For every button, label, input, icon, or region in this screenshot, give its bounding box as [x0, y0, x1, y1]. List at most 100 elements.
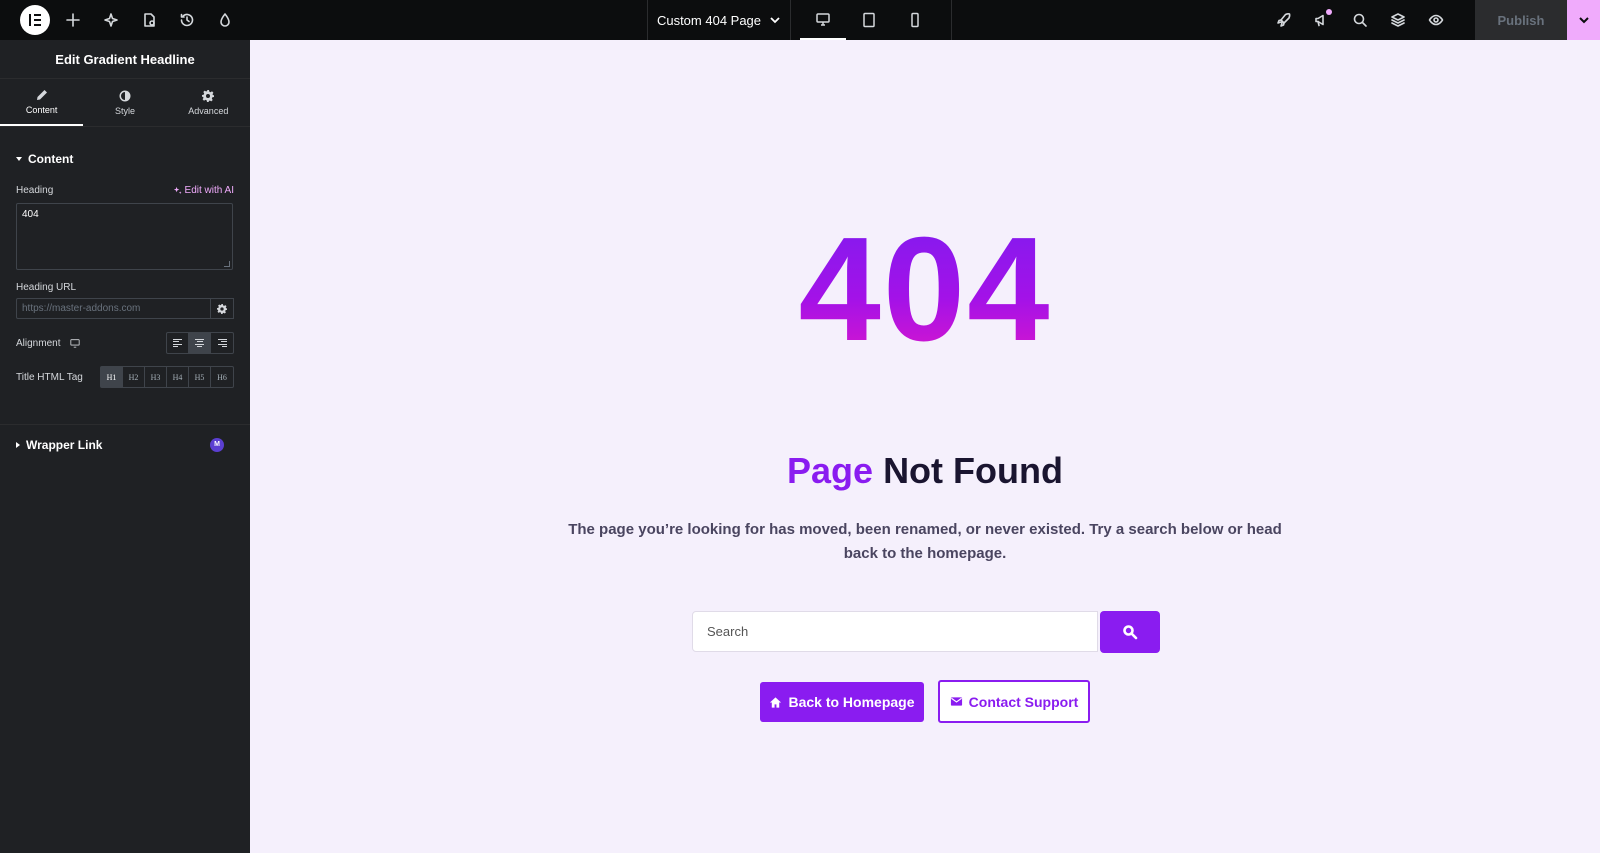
contact-support-button[interactable]: Contact Support: [938, 680, 1090, 723]
responsive-device-switcher: [800, 0, 938, 40]
alignment-label-group: Alignment: [16, 337, 81, 349]
tab-label: Style: [114, 105, 135, 116]
tag-h4-button[interactable]: H4: [167, 367, 189, 387]
theme-style-icon[interactable]: [206, 0, 244, 40]
panel-title: Edit Gradient Headline: [0, 40, 250, 79]
tablet-view-button[interactable]: [846, 0, 892, 40]
notification-dot: [1326, 9, 1332, 15]
alignment-control: Alignment: [0, 332, 250, 354]
support-button-label: Contact Support: [968, 693, 1079, 710]
page-selector-dropdown[interactable]: Custom 404 Page: [647, 0, 791, 40]
tab-style[interactable]: Style: [83, 79, 166, 126]
align-right-button[interactable]: [211, 333, 233, 353]
elementor-logo-icon: [28, 13, 42, 27]
heading-url-control: https://master-addons.com: [16, 298, 234, 319]
desktop-icon: [816, 13, 830, 26]
toolbar-divider: [951, 0, 952, 40]
tag-h5-button[interactable]: H5: [189, 367, 211, 387]
top-bar: Custom 404 Page Publish: [0, 0, 1600, 40]
title-tag-choices: H1 H2 H3 H4 H5 H6: [100, 366, 234, 388]
tag-h1-button[interactable]: H1: [101, 367, 123, 387]
tablet-icon: [863, 12, 875, 28]
page-canvas: 404 Page Not Found The page you’re looki…: [250, 40, 1600, 853]
subheading-rest: Not Found: [883, 450, 1063, 491]
chevron-down-icon: [1578, 17, 1589, 24]
tab-advanced[interactable]: Advanced: [167, 79, 250, 126]
ai-sparkle-icon: [173, 186, 181, 195]
search-icon[interactable]: [1341, 0, 1379, 40]
caret-right-icon: [16, 441, 20, 448]
edit-with-ai-link[interactable]: Edit with AI: [173, 185, 234, 196]
master-addons-badge-icon: M: [210, 437, 224, 452]
heading-url-input[interactable]: https://master-addons.com: [16, 298, 211, 319]
gear-icon: [202, 89, 215, 102]
mobile-view-button[interactable]: [892, 0, 938, 40]
align-center-icon: [195, 339, 204, 347]
wrapper-link-title-group: Wrapper Link: [16, 438, 102, 452]
tag-h3-button[interactable]: H3: [145, 367, 167, 387]
panel-tabs: Content Style Advanced: [0, 79, 250, 127]
rocket-icon[interactable]: [1265, 0, 1303, 40]
edit-with-ai-label: Edit with AI: [184, 185, 234, 196]
envelope-icon: [950, 697, 962, 706]
title-tag-label: Title HTML Tag: [16, 371, 83, 383]
tab-label: Content: [25, 104, 58, 115]
tag-h6-button[interactable]: H6: [211, 367, 233, 387]
page-settings-icon[interactable]: [130, 0, 168, 40]
heading-url-label: Heading URL: [16, 282, 77, 293]
gear-icon: [217, 303, 227, 314]
layers-icon[interactable]: [1379, 0, 1417, 40]
section-title: Content: [28, 152, 74, 166]
link-options-button[interactable]: [211, 298, 234, 319]
add-element-icon[interactable]: [54, 0, 92, 40]
align-left-button[interactable]: [167, 333, 189, 353]
heading-label: Heading: [16, 185, 54, 196]
search-input[interactable]: Search: [692, 611, 1098, 652]
alignment-choices: [166, 332, 234, 354]
resize-grip-icon[interactable]: [224, 261, 230, 267]
history-icon[interactable]: [168, 0, 206, 40]
top-bar-left-tools: [0, 0, 244, 40]
error-description: The page you’re looking for has moved, b…: [568, 521, 1282, 562]
desktop-icon[interactable]: [70, 338, 81, 348]
elementor-logo-button[interactable]: [20, 5, 50, 35]
page-selector-label: Custom 404 Page: [656, 12, 762, 28]
mobile-icon: [911, 12, 919, 28]
title-html-tag-control: Title HTML Tag H1 H2 H3 H4 H5 H6: [0, 366, 250, 388]
tab-content[interactable]: Content: [0, 79, 84, 126]
subheading-accent: Page: [787, 450, 874, 491]
tag-h2-button[interactable]: H2: [123, 367, 145, 387]
home-button-label: Back to Homepage: [788, 694, 915, 710]
desktop-view-button[interactable]: [800, 0, 846, 40]
heading-textarea-value: 404: [22, 209, 39, 220]
align-right-icon: [217, 339, 227, 347]
heading-textarea[interactable]: 404: [16, 203, 233, 270]
section-content-toggle[interactable]: Content: [0, 139, 250, 179]
search-submit-button[interactable]: [1100, 611, 1160, 653]
search-icon: [1123, 625, 1138, 640]
back-to-homepage-button[interactable]: Back to Homepage: [760, 682, 924, 722]
heading-control-header: Heading Edit with AI: [0, 185, 250, 196]
section-title: Wrapper Link: [26, 437, 103, 452]
section-wrapper-link-toggle[interactable]: Wrapper Link M: [0, 425, 250, 464]
top-bar-right-tools: [1265, 0, 1455, 40]
chevron-down-icon: [770, 17, 780, 24]
publish-options-button[interactable]: [1567, 0, 1600, 40]
gradient-headline[interactable]: 404: [250, 210, 1600, 370]
notifications-button[interactable]: [1303, 0, 1341, 40]
heading-url-control-header: Heading URL: [0, 282, 250, 293]
align-center-button[interactable]: [189, 333, 211, 353]
tab-label: Advanced: [188, 105, 229, 116]
preview-eye-icon[interactable]: [1417, 0, 1455, 40]
alignment-label: Alignment: [16, 337, 61, 349]
align-left-icon: [173, 339, 182, 347]
caret-down-icon: [16, 157, 22, 161]
ai-sparkle-icon[interactable]: [92, 0, 130, 40]
search-form: Search: [692, 611, 1160, 653]
home-icon: [770, 696, 782, 708]
contrast-icon: [119, 90, 131, 101]
pencil-icon: [36, 89, 47, 100]
publish-button[interactable]: Publish: [1475, 0, 1567, 40]
editor-panel: Edit Gradient Headline Content Style Adv…: [0, 40, 250, 853]
page-not-found-heading[interactable]: Page Not Found: [250, 450, 1600, 492]
